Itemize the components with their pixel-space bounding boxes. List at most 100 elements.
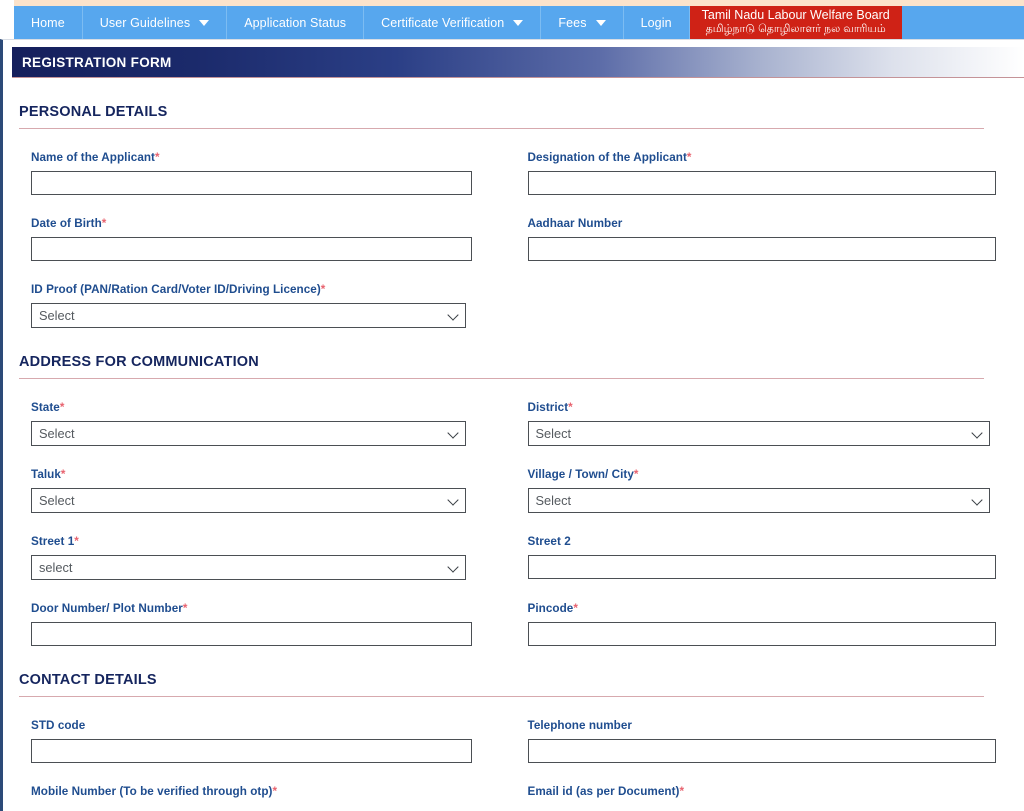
form-content: PERSONAL DETAILS Name of the Applicant* … xyxy=(3,104,1024,799)
page-title: REGISTRATION FORM xyxy=(22,54,172,70)
label-taluk: Taluk* xyxy=(31,468,460,481)
label-state: State* xyxy=(31,401,460,414)
label-text: ID Proof (PAN/Ration Card/Voter ID/Drivi… xyxy=(31,283,321,296)
state-select[interactable]: Select xyxy=(31,421,466,446)
form-row-std-telephone: STD code Telephone number xyxy=(19,719,996,763)
required-asterisk: * xyxy=(60,468,66,481)
aadhaar-number-input[interactable] xyxy=(527,237,996,261)
form-field-district: District* Select xyxy=(502,401,990,446)
label-text: Street 1 xyxy=(31,535,75,548)
form-field-std-code: STD code xyxy=(19,719,502,763)
required-asterisk: * xyxy=(573,602,578,615)
form-field-email: Email id (as per Document)* xyxy=(502,785,985,799)
label-text: Mobile Number (To be verified through ot… xyxy=(31,785,273,798)
form-row-id-proof: ID Proof (PAN/Ration Card/Voter ID/Drivi… xyxy=(19,283,984,328)
chevron-down-icon xyxy=(513,19,524,26)
id-proof-selected-value: Select xyxy=(39,308,75,323)
form-field-state: State* Select xyxy=(19,401,502,446)
required-asterisk: * xyxy=(59,401,65,414)
label-district: District* xyxy=(528,401,985,414)
section-title-personal-details: PERSONAL DETAILS xyxy=(19,104,168,120)
label-text: Aadhaar Number xyxy=(527,217,623,230)
form-row-state-district: State* Select District* Select xyxy=(19,401,990,446)
nav-item-login[interactable]: Login xyxy=(624,6,690,39)
label-text: Name of the Applicant xyxy=(31,151,155,164)
required-asterisk: * xyxy=(686,151,692,164)
form-field-street1: Street 1* select xyxy=(19,535,502,580)
form-header-bar: REGISTRATION FORM xyxy=(12,47,1024,77)
designation-of-applicant-input[interactable] xyxy=(527,171,996,195)
district-select-wrapper: Select xyxy=(527,421,990,446)
form-row-mobile-email: Mobile Number (To be verified through ot… xyxy=(19,785,984,799)
chevron-down-icon xyxy=(199,19,210,26)
label-text: Date of Birth xyxy=(31,217,102,230)
state-selected-value: Select xyxy=(39,426,75,441)
label-text: Street 2 xyxy=(527,535,571,548)
telephone-number-input[interactable] xyxy=(527,739,996,763)
label-pincode: Pincode* xyxy=(528,602,985,615)
form-field-street2: Street 2 xyxy=(502,535,996,580)
registration-page: Home User Guidelines Application Status … xyxy=(0,0,1024,811)
required-asterisk: * xyxy=(320,283,326,296)
label-text: Email id (as per Document) xyxy=(527,785,680,798)
nav-item-user-guidelines[interactable]: User Guidelines xyxy=(83,6,228,39)
label-village-town-city: Village / Town/ City* xyxy=(528,468,985,481)
brand-name-english: Tamil Nadu Labour Welfare Board xyxy=(701,8,890,23)
taluk-select[interactable]: Select xyxy=(31,488,466,513)
nav-item-login-label: Login xyxy=(640,15,672,30)
pincode-input[interactable] xyxy=(527,622,996,646)
brand-badge[interactable]: Tamil Nadu Labour Welfare Board தமிழ்நாட… xyxy=(689,6,902,39)
street1-select[interactable]: select xyxy=(31,555,466,580)
label-name-of-applicant: Name of the Applicant* xyxy=(31,151,460,164)
label-text: District xyxy=(527,401,569,414)
street2-input[interactable] xyxy=(527,555,996,579)
required-asterisk: * xyxy=(155,151,160,164)
label-mobile-number: Mobile Number (To be verified through ot… xyxy=(31,785,460,798)
form-row-taluk-village: Taluk* Select Village / Town/ City* Sele… xyxy=(19,468,990,513)
label-text: STD code xyxy=(31,719,86,732)
district-select[interactable]: Select xyxy=(527,421,990,446)
taluk-selected-value: Select xyxy=(39,493,75,508)
form-row-door-pincode: Door Number/ Plot Number* Pincode* xyxy=(19,602,996,646)
label-id-proof: ID Proof (PAN/Ration Card/Voter ID/Drivi… xyxy=(31,283,460,296)
form-field-village: Village / Town/ City* Select xyxy=(502,468,990,513)
form-field-id-proof-spacer xyxy=(502,283,985,328)
navbar-filler xyxy=(901,6,1024,39)
chevron-down-icon xyxy=(595,19,606,26)
form-row-name-designation: Name of the Applicant* Designation of th… xyxy=(19,151,996,195)
form-field-dob: Date of Birth* xyxy=(19,217,502,261)
form-field-mobile: Mobile Number (To be verified through ot… xyxy=(19,785,502,799)
form-field-designation: Designation of the Applicant* xyxy=(502,151,996,195)
form-field-taluk: Taluk* Select xyxy=(19,468,502,513)
nav-item-application-status-label: Application Status xyxy=(244,15,347,30)
section-title-address-for-communication: ADDRESS FOR COMMUNICATION xyxy=(19,354,259,370)
village-select[interactable]: Select xyxy=(527,488,990,513)
required-asterisk: * xyxy=(182,602,188,615)
label-date-of-birth: Date of Birth* xyxy=(31,217,460,230)
label-text: Telephone number xyxy=(527,719,632,732)
label-telephone-number: Telephone number xyxy=(528,719,985,732)
village-selected-value: Select xyxy=(535,493,572,508)
nav-item-application-status[interactable]: Application Status xyxy=(227,6,365,39)
label-door-number-plot-number: Door Number/ Plot Number* xyxy=(31,602,460,615)
form-field-telephone: Telephone number xyxy=(502,719,996,763)
nav-item-certificate-verification[interactable]: Certificate Verification xyxy=(364,6,542,39)
door-number-input[interactable] xyxy=(31,622,472,646)
nav-item-fees-label: Fees xyxy=(558,15,587,30)
id-proof-select[interactable]: Select xyxy=(31,303,466,328)
date-of-birth-input[interactable] xyxy=(31,237,472,261)
village-select-wrapper: Select xyxy=(527,488,990,513)
std-code-input[interactable] xyxy=(31,739,472,763)
main-navbar: Home User Guidelines Application Status … xyxy=(0,6,1024,39)
form-field-aadhaar: Aadhaar Number xyxy=(502,217,996,261)
name-of-applicant-input[interactable] xyxy=(31,171,472,195)
label-aadhaar-number: Aadhaar Number xyxy=(528,217,985,230)
section-divider-contact xyxy=(19,696,984,697)
required-asterisk: * xyxy=(568,401,573,414)
state-select-wrapper: Select xyxy=(31,421,466,446)
navbar-left-padding xyxy=(0,6,14,39)
required-asterisk: * xyxy=(679,785,685,798)
form-field-pincode: Pincode* xyxy=(502,602,996,646)
nav-item-fees[interactable]: Fees xyxy=(541,6,624,39)
nav-item-home[interactable]: Home xyxy=(14,6,83,39)
